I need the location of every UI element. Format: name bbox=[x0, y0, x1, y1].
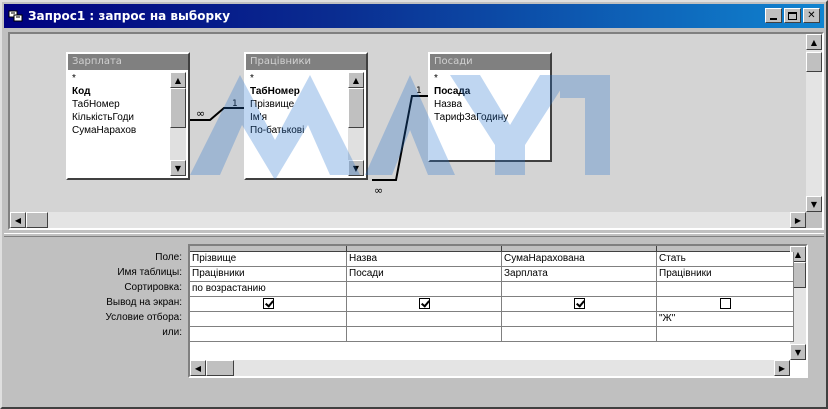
row-label-criteria: Условие отбора: bbox=[105, 312, 182, 323]
show-checkbox-cell[interactable] bbox=[502, 297, 657, 312]
design-grid[interactable]: ▲ ▼ ◀ ▶ Прізвище Працівники по возрастанию… bbox=[188, 244, 808, 378]
query-icon[interactable] bbox=[8, 9, 24, 23]
many-mark: ∞ bbox=[374, 184, 383, 197]
scroll-thumb[interactable] bbox=[806, 52, 822, 72]
close-icon: ✕ bbox=[807, 9, 816, 21]
tables-horizontal-scrollbar[interactable]: ◀ ▶ bbox=[10, 212, 806, 228]
or-cell[interactable] bbox=[502, 327, 657, 342]
show-checkbox-cell[interactable] bbox=[347, 297, 502, 312]
row-label-or: или: bbox=[162, 327, 182, 338]
row-label-field: Поле: bbox=[155, 252, 182, 263]
scroll-corner bbox=[806, 212, 822, 228]
scroll-left-button[interactable]: ◀ bbox=[190, 360, 206, 376]
tables-vertical-scrollbar[interactable]: ▲ ▼ bbox=[806, 34, 822, 212]
relationship-lines: ∞ 1 1 ∞ bbox=[190, 86, 428, 197]
table-cell[interactable]: Працівники bbox=[190, 267, 347, 282]
pane-splitter[interactable] bbox=[4, 233, 824, 237]
show-checkbox[interactable] bbox=[573, 298, 585, 309]
scroll-thumb[interactable] bbox=[206, 360, 234, 376]
many-mark: ∞ bbox=[196, 107, 205, 120]
grid-horizontal-scrollbar[interactable]: ◀ ▶ bbox=[190, 360, 790, 376]
design-grid-pane: Поле: Имя таблицы: Сортировка: Вывод на … bbox=[8, 240, 824, 406]
tables-pane: Зарплата * Код ТабНомер КількістьГоди СумаНа… bbox=[8, 32, 824, 230]
show-checkbox-cell[interactable] bbox=[657, 297, 794, 312]
maximize-button[interactable] bbox=[784, 8, 801, 23]
scroll-right-button[interactable]: ▶ bbox=[790, 212, 806, 228]
field-cell[interactable]: Прізвище bbox=[190, 252, 347, 267]
table-cell[interactable]: Посади bbox=[347, 267, 502, 282]
grid-row-labels: Поле: Имя таблицы: Сортировка: Вывод на … bbox=[8, 250, 186, 340]
row-label-table: Имя таблицы: bbox=[117, 267, 182, 278]
row-label-show: Вывод на экран: bbox=[106, 297, 182, 308]
field-cell[interactable]: СумаНарахована bbox=[502, 252, 657, 267]
scroll-up-button[interactable]: ▲ bbox=[806, 34, 822, 50]
scroll-down-button[interactable]: ▼ bbox=[806, 196, 822, 212]
window-title: Запрос1 : запрос на выборку bbox=[28, 9, 231, 23]
or-cell[interactable] bbox=[347, 327, 502, 342]
query-window: Запрос1 : запрос на выборку ✕ Зарплата *… bbox=[0, 0, 828, 409]
sort-cell[interactable] bbox=[502, 282, 657, 297]
show-checkbox[interactable] bbox=[719, 298, 731, 309]
criteria-cell[interactable] bbox=[190, 312, 347, 327]
show-checkbox[interactable] bbox=[418, 298, 430, 309]
maximize-icon bbox=[788, 11, 797, 20]
one-mark: 1 bbox=[232, 99, 238, 109]
criteria-cell[interactable] bbox=[347, 312, 502, 327]
sort-cell[interactable]: по возрастанию bbox=[190, 282, 347, 297]
or-cell[interactable] bbox=[657, 327, 794, 342]
relation-posady-pratsivnyky[interactable]: 1 ∞ bbox=[372, 86, 428, 197]
criteria-cell[interactable]: "Ж" bbox=[657, 312, 794, 327]
show-checkbox-cell[interactable] bbox=[190, 297, 347, 312]
close-button[interactable]: ✕ bbox=[803, 8, 820, 23]
field-cell[interactable]: Стать bbox=[657, 252, 794, 267]
sort-cell[interactable] bbox=[347, 282, 502, 297]
scroll-left-button[interactable]: ◀ bbox=[10, 212, 26, 228]
sort-cell[interactable] bbox=[657, 282, 794, 297]
scroll-thumb[interactable] bbox=[26, 212, 48, 228]
table-cell[interactable]: Зарплата bbox=[502, 267, 657, 282]
minimize-icon bbox=[770, 17, 777, 20]
scroll-right-button[interactable]: ▶ bbox=[774, 360, 790, 376]
title-bar[interactable]: Запрос1 : запрос на выборку ✕ bbox=[4, 4, 824, 28]
field-cell[interactable]: Назва bbox=[347, 252, 502, 267]
tables-area[interactable]: Зарплата * Код ТабНомер КількістьГоди СумаНа… bbox=[10, 34, 806, 212]
relation-zarplata-pratsivnyky[interactable]: ∞ 1 bbox=[190, 99, 244, 121]
row-label-sort: Сортировка: bbox=[124, 282, 182, 293]
minimize-button[interactable] bbox=[765, 8, 782, 23]
show-checkbox[interactable] bbox=[262, 298, 274, 309]
criteria-cell[interactable] bbox=[502, 312, 657, 327]
one-mark: 1 bbox=[416, 86, 422, 96]
or-cell[interactable] bbox=[190, 327, 347, 342]
scroll-down-button[interactable]: ▼ bbox=[790, 344, 806, 360]
table-cell[interactable]: Працівники bbox=[657, 267, 794, 282]
